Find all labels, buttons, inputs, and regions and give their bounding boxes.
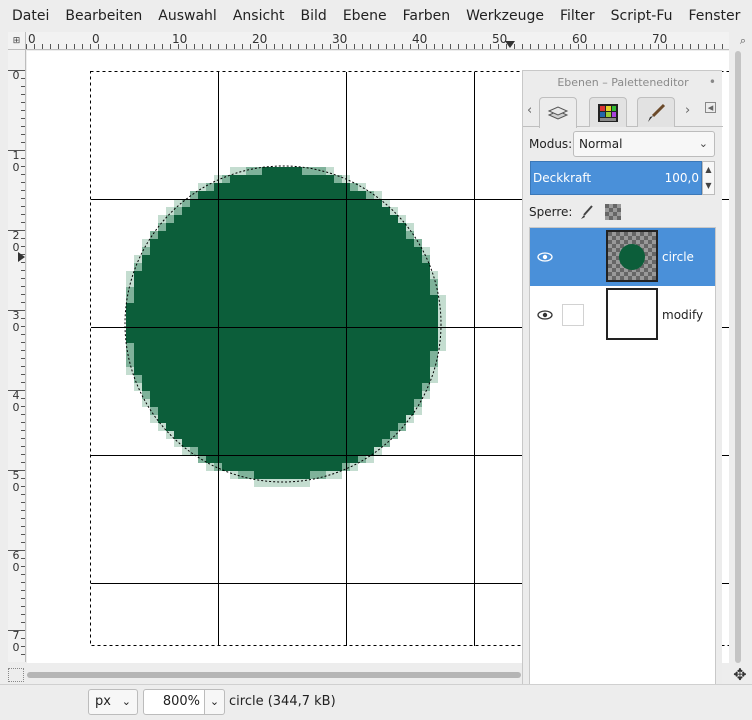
eye-icon[interactable] bbox=[536, 306, 554, 324]
layer-list: circle modify bbox=[529, 227, 716, 720]
menu-item-script-fu[interactable]: Script-Fu bbox=[603, 8, 681, 24]
vertical-scrollbar[interactable] bbox=[729, 51, 752, 663]
quick-mask-toggle[interactable] bbox=[8, 668, 24, 682]
ruler-pointer-marker bbox=[18, 252, 25, 262]
chevron-down-icon: ⌄ bbox=[698, 137, 708, 150]
menu-item-bearbeiten[interactable]: Bearbeiten bbox=[57, 8, 150, 24]
opacity-slider[interactable]: Deckkraft 100,0 bbox=[530, 161, 702, 195]
ruler-corner-button[interactable]: ⊞ bbox=[8, 32, 26, 50]
ruler-label: 0 bbox=[12, 561, 20, 574]
status-bar: px ⌄ 800% ⌄ circle (344,7 kB) bbox=[0, 684, 752, 720]
menu-item-bild[interactable]: Bild bbox=[293, 8, 335, 24]
chevron-down-icon: ⌄ bbox=[121, 695, 131, 708]
menu-item-hilfe[interactable]: Hilfe bbox=[748, 8, 752, 24]
layer-thumbnail-circle bbox=[606, 230, 658, 282]
tab-menu-icon[interactable]: ◂ bbox=[705, 102, 716, 113]
opacity-spin-button[interactable]: ▲ ▼ bbox=[702, 161, 715, 195]
mode-row: Modus: Normal ⌄ bbox=[529, 131, 717, 157]
ruler-label: 0 bbox=[12, 401, 20, 414]
lock-alpha-icon[interactable] bbox=[605, 204, 621, 220]
status-info: circle (344,7 kB) bbox=[229, 694, 336, 709]
ruler-label: 60 bbox=[572, 32, 588, 46]
tab-layers[interactable] bbox=[539, 97, 577, 128]
dock-tab-bar: ‹ › ◂ bbox=[523, 95, 723, 128]
horizontal-ruler-ticks bbox=[26, 44, 723, 49]
ruler-label: 2 bbox=[12, 229, 20, 242]
opacity-label: Deckkraft bbox=[533, 171, 592, 185]
horizontal-scrollbar-thumb[interactable] bbox=[27, 672, 521, 678]
menu-item-farben[interactable]: Farben bbox=[395, 8, 458, 24]
ruler-label: 20 bbox=[252, 32, 268, 46]
layer-name: modify bbox=[662, 308, 704, 322]
menu-item-ansicht[interactable]: Ansicht bbox=[225, 8, 293, 24]
layers-dock: Ebenen – Paletteneditor • ‹ › ◂ Modus: N… bbox=[522, 70, 723, 720]
dock-title: Ebenen – Paletteneditor bbox=[557, 76, 689, 89]
lock-pixels-icon[interactable] bbox=[579, 204, 595, 220]
layer-thumbnail-modify bbox=[606, 288, 658, 340]
ruler-label: 5 bbox=[12, 469, 20, 482]
ruler-label: 0 bbox=[92, 32, 100, 46]
zoom-toggle-button[interactable]: ⌕ bbox=[736, 32, 750, 50]
menu-bar: Datei Bearbeiten Auswahl Ansicht Bild Ebene Fa… bbox=[0, 0, 752, 32]
ruler-label: 10 bbox=[172, 32, 188, 46]
circle-thumbnail-image bbox=[608, 232, 656, 280]
mode-select[interactable]: Normal ⌄ bbox=[573, 131, 715, 157]
dock-menu-icon[interactable]: • bbox=[709, 71, 716, 93]
lock-row: Sperre: bbox=[529, 201, 717, 223]
palette-icon bbox=[598, 103, 618, 122]
ruler-label: 0 bbox=[12, 481, 20, 494]
mode-label: Modus: bbox=[529, 137, 573, 151]
ruler-label: 0 bbox=[12, 321, 20, 334]
layer-name: circle bbox=[662, 250, 694, 264]
layer-row-modify[interactable]: modify bbox=[530, 286, 715, 344]
menu-item-ebene[interactable]: Ebene bbox=[335, 8, 395, 24]
menu-item-auswahl[interactable]: Auswahl bbox=[150, 8, 225, 24]
menu-item-datei[interactable]: Datei bbox=[4, 8, 57, 24]
ruler-label: 1 bbox=[12, 149, 20, 162]
tab-brushes[interactable] bbox=[637, 97, 675, 127]
ruler-label: 0 bbox=[12, 69, 20, 82]
ruler-label: 30 bbox=[332, 32, 348, 46]
ruler-label: 70 bbox=[652, 32, 668, 46]
ruler-label: 7 bbox=[12, 629, 20, 642]
menu-item-filter[interactable]: Filter bbox=[552, 8, 603, 24]
menu-item-werkzeuge[interactable]: Werkzeuge bbox=[458, 8, 552, 24]
navigate-icon[interactable]: ✥ bbox=[731, 666, 749, 684]
tab-scroll-left-icon[interactable]: ‹ bbox=[527, 103, 532, 118]
paintbrush-icon bbox=[648, 103, 666, 122]
mode-value: Normal bbox=[579, 137, 623, 151]
ruler-label: 40 bbox=[412, 32, 428, 46]
layer-chain-toggle[interactable] bbox=[562, 304, 584, 326]
unit-select[interactable]: px ⌄ bbox=[88, 689, 138, 715]
eye-icon[interactable] bbox=[536, 248, 554, 266]
tab-scroll-right-icon[interactable]: › bbox=[685, 103, 690, 118]
ruler-label: 6 bbox=[12, 549, 20, 562]
lock-label: Sperre: bbox=[529, 205, 573, 219]
ruler-pointer-marker bbox=[505, 41, 515, 48]
zoom-input[interactable]: 800% bbox=[143, 689, 205, 715]
vertical-scrollbar-thumb[interactable] bbox=[735, 51, 741, 663]
opacity-value: 100,0 bbox=[664, 171, 699, 185]
layer-row-circle[interactable]: circle bbox=[530, 228, 715, 286]
layers-icon bbox=[547, 106, 569, 120]
zoom-dropdown-button[interactable]: ⌄ bbox=[205, 689, 225, 715]
horizontal-ruler[interactable]: 0 0 10 20 30 40 50 60 70 bbox=[26, 32, 729, 50]
ruler-label: 4 bbox=[12, 389, 20, 402]
tab-palette-editor[interactable] bbox=[589, 97, 627, 127]
menu-item-fenster[interactable]: Fenster bbox=[680, 8, 748, 24]
ruler-label: 3 bbox=[12, 309, 20, 322]
ruler-label: 0 bbox=[12, 641, 20, 654]
ruler-label: 0 bbox=[12, 161, 20, 174]
unit-value: px bbox=[95, 694, 111, 709]
vertical-ruler[interactable]: 010203040506070 bbox=[8, 50, 26, 662]
ruler-label: 0 bbox=[28, 32, 36, 46]
